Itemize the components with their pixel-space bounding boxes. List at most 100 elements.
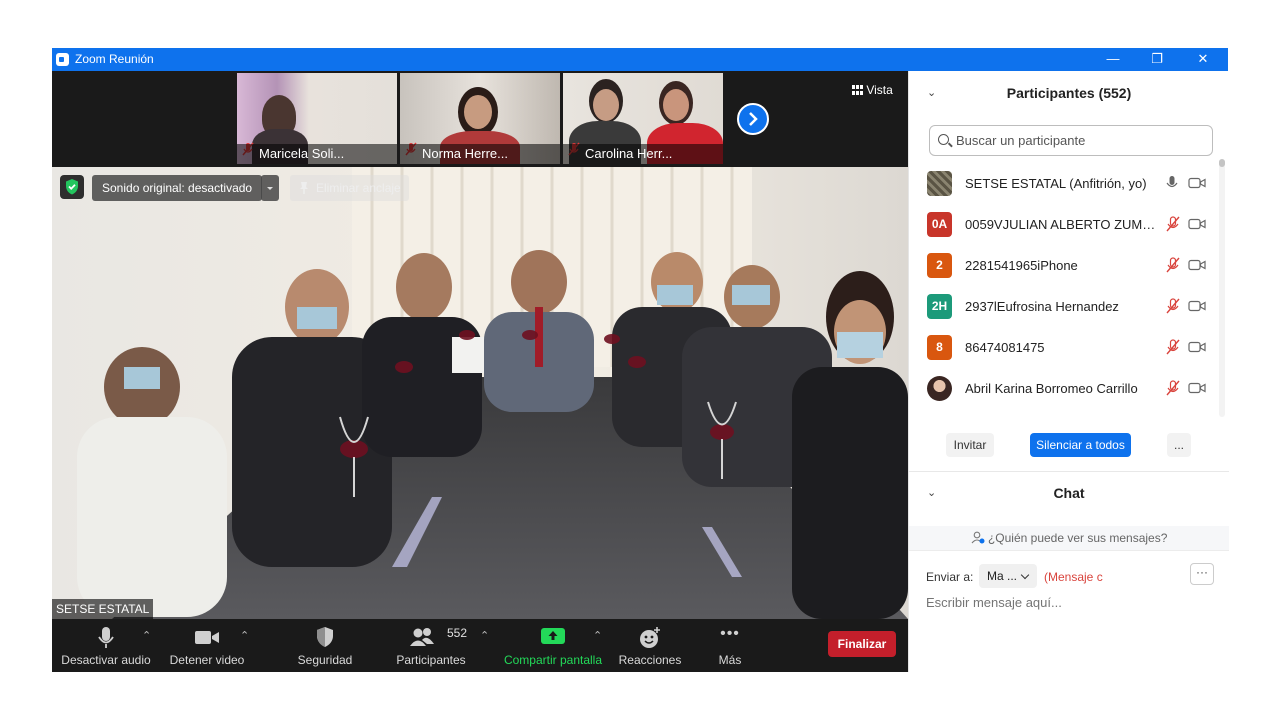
- participant-row[interactable]: 8 86474081475: [909, 327, 1219, 368]
- muted-mic-icon[interactable]: [1165, 216, 1181, 232]
- share-screen-button[interactable]: Compartir pantalla: [498, 619, 608, 672]
- original-sound-dropdown[interactable]: [261, 175, 279, 201]
- chat-visibility-text: ¿Quién puede ver sus mensajes?: [987, 531, 1168, 545]
- chevron-right-icon: [749, 112, 758, 126]
- security-label: Seguridad: [297, 653, 353, 667]
- participant-row[interactable]: [909, 409, 1219, 416]
- muted-mic-icon[interactable]: [1165, 380, 1181, 396]
- zoom-window: Zoom Reunión — ❐ ✕ Maricela Soli... Norm…: [52, 48, 1229, 672]
- stop-video-button[interactable]: Detener video: [166, 619, 248, 672]
- participants-label: Participantes: [396, 653, 466, 667]
- video-camera-icon[interactable]: [1188, 300, 1206, 312]
- chat-more-button[interactable]: ···: [1190, 563, 1214, 585]
- close-button[interactable]: ✕: [1180, 48, 1226, 71]
- title-bar: Zoom Reunión — ❐ ✕: [52, 48, 1228, 71]
- participants-header: ⌄ Participantes (552): [909, 71, 1229, 115]
- participant-row[interactable]: SETSE ESTATAL (Anfitrión, yo): [909, 163, 1219, 204]
- participants-button[interactable]: 552 Participantes: [386, 619, 476, 672]
- thumbnail-strip: Maricela Soli... Norma Herre... Carolina…: [52, 71, 908, 167]
- video-label: Detener video: [169, 653, 245, 667]
- participants-icon: [410, 628, 434, 646]
- video-camera-icon[interactable]: [1188, 218, 1206, 230]
- participant-name: 86474081475: [965, 340, 1045, 355]
- video-thumbnail[interactable]: Carolina Herr...: [563, 73, 723, 164]
- caret-down-icon: [267, 187, 273, 190]
- participant-name: 0059VJULIAN ALBERTO ZUMAYA...: [965, 217, 1161, 232]
- participant-row[interactable]: 0A 0059VJULIAN ALBERTO ZUMAYA...: [909, 204, 1219, 245]
- scrollbar-thumb[interactable]: [1219, 159, 1225, 167]
- participant-row[interactable]: 2H 2937lEufrosina Hernandez: [909, 286, 1219, 327]
- video-camera-icon: [195, 631, 219, 644]
- video-camera-icon[interactable]: [1188, 259, 1206, 271]
- restore-button[interactable]: ❐: [1134, 48, 1180, 71]
- collapse-chevron-icon[interactable]: ⌄: [927, 71, 936, 115]
- private-message-note: (Mensaje c: [1044, 570, 1103, 584]
- zoom-logo-icon: [56, 53, 69, 66]
- security-button[interactable]: Seguridad: [290, 619, 360, 672]
- window-title: Zoom Reunión: [75, 52, 154, 66]
- participants-count: 552: [447, 626, 468, 640]
- avatar: 2: [927, 253, 952, 278]
- next-page-button[interactable]: [737, 103, 769, 135]
- collapse-chevron-icon[interactable]: ⌄: [927, 471, 936, 515]
- more-label: Más: [718, 653, 742, 667]
- more-options-button[interactable]: ...: [1167, 433, 1191, 457]
- microphone-icon: [98, 627, 114, 648]
- participants-list: SETSE ESTATAL (Anfitrión, yo) 0A 0059VJU…: [909, 163, 1219, 416]
- minimize-button[interactable]: —: [1090, 48, 1136, 71]
- more-button[interactable]: ••• Más: [704, 619, 756, 672]
- meeting-toolbar: Desactivar audio ⌃ Detener video ⌃ Segur…: [52, 619, 908, 672]
- share-screen-label: Compartir pantalla: [503, 653, 603, 667]
- unpin-button[interactable]: Eliminar anclaje: [290, 175, 409, 201]
- chat-visibility-info[interactable]: ¿Quién puede ver sus mensajes?: [909, 526, 1229, 551]
- pin-icon: [300, 182, 308, 194]
- reactions-label: Reacciones: [618, 653, 682, 667]
- share-screen-icon: [541, 628, 565, 644]
- participants-scrollbar[interactable]: [1219, 159, 1225, 417]
- video-camera-icon[interactable]: [1188, 341, 1206, 353]
- participant-name: Carolina Herr...: [563, 144, 723, 164]
- view-button[interactable]: Vista: [846, 79, 893, 101]
- grid-icon: [852, 85, 863, 95]
- share-options-caret[interactable]: ⌃: [593, 629, 602, 642]
- end-meeting-button[interactable]: Finalizar: [828, 631, 896, 657]
- muted-mic-icon[interactable]: [1165, 339, 1181, 355]
- participant-row[interactable]: Abril Karina Borromeo Carrillo: [909, 368, 1219, 409]
- avatar: [927, 376, 952, 401]
- invite-button[interactable]: Invitar: [946, 433, 994, 457]
- reactions-button[interactable]: Reacciones: [612, 619, 688, 672]
- original-sound-button[interactable]: Sonido original: desactivado: [92, 175, 263, 201]
- audio-options-caret[interactable]: ⌃: [142, 629, 151, 642]
- muted-mic-icon[interactable]: [1165, 257, 1181, 273]
- participant-search-input[interactable]: Buscar un participante: [929, 125, 1213, 156]
- send-to-label: Enviar a:: [926, 570, 974, 584]
- security-shield-icon[interactable]: [60, 175, 84, 199]
- mute-button[interactable]: Desactivar audio: [56, 619, 156, 672]
- chat-message-input[interactable]: [926, 593, 1216, 613]
- mute-label: Desactivar audio: [61, 653, 151, 667]
- participant-name: Maricela Soli...: [237, 144, 397, 164]
- participant-name: Abril Karina Borromeo Carrillo: [965, 381, 1138, 396]
- participants-options-caret[interactable]: ⌃: [480, 629, 489, 642]
- participant-row[interactable]: 2 2281541965iPhone: [909, 245, 1219, 286]
- video-camera-icon[interactable]: [1188, 177, 1206, 189]
- participant-name: 2281541965iPhone: [965, 258, 1078, 273]
- send-to-select[interactable]: Ma ...: [979, 564, 1037, 588]
- avatar: [927, 171, 952, 196]
- microphone-icon[interactable]: [1165, 175, 1179, 191]
- participant-name: SETSE ESTATAL (Anfitrión, yo): [965, 176, 1147, 191]
- video-area: Maricela Soli... Norma Herre... Carolina…: [52, 71, 908, 672]
- video-camera-icon[interactable]: [1188, 382, 1206, 394]
- avatar: 8: [927, 335, 952, 360]
- video-thumbnail[interactable]: Norma Herre...: [400, 73, 560, 164]
- avatar: 0A: [927, 212, 952, 237]
- more-dots-icon: •••: [720, 625, 740, 642]
- participant-name: 2937lEufrosina Hernandez: [965, 299, 1119, 314]
- mute-all-button[interactable]: Silenciar a todos: [1030, 433, 1131, 457]
- muted-mic-icon[interactable]: [1165, 298, 1181, 314]
- reactions-smiley-icon: [640, 627, 660, 648]
- meeting-room-image: [52, 167, 908, 619]
- video-thumbnail[interactable]: Maricela Soli...: [237, 73, 397, 164]
- search-placeholder: Buscar un participante: [956, 133, 1086, 148]
- video-options-caret[interactable]: ⌃: [240, 629, 249, 642]
